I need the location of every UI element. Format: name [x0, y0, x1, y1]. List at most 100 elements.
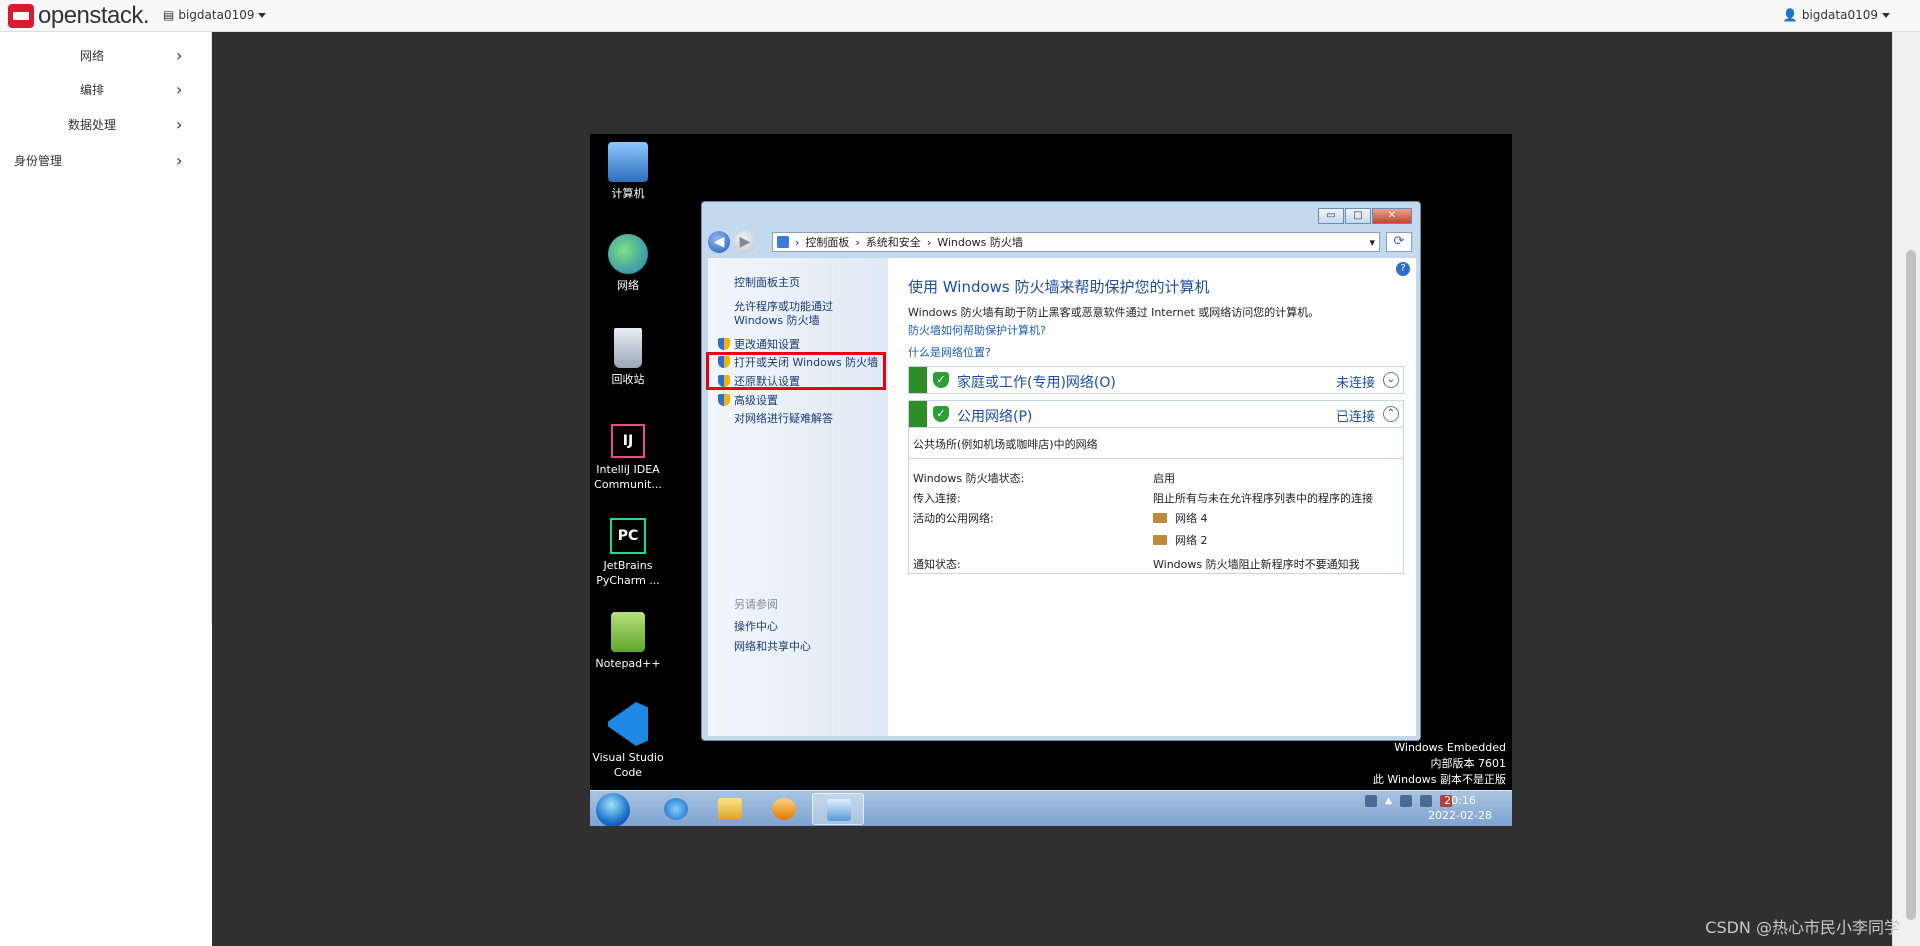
- state-value: 启用: [1153, 472, 1175, 485]
- close-button[interactable]: ✕: [1372, 208, 1412, 224]
- breadcrumb-item[interactable]: 系统和安全: [866, 234, 921, 250]
- incoming-label: 传入连接:: [913, 492, 961, 505]
- desktop-icon-label: IntelliJ IDEA Communit...: [594, 463, 662, 491]
- active-network-name: 网络 4: [1175, 512, 1208, 525]
- state-label: Windows 防火墙状态:: [913, 472, 1025, 485]
- link-control-panel-home[interactable]: 控制面板主页: [734, 274, 800, 290]
- firewall-window: ▭ □ ✕ ◀ ▶ › 控制面板 › 系统和安全 › Windows 防火墙 ▾…: [701, 201, 1421, 741]
- see-also-heading: 另请参阅: [734, 598, 778, 611]
- user-name: bigdata0109: [1801, 8, 1878, 22]
- link-action-center[interactable]: 操作中心: [734, 618, 778, 634]
- desktop-icon-intellij[interactable]: IJ IntelliJ IDEA Communit...: [590, 424, 666, 492]
- brand-text: openstack.: [38, 2, 150, 29]
- chevron-down-icon[interactable]: ▾: [1369, 236, 1375, 249]
- shield-check-icon: ✓: [933, 372, 949, 388]
- chevron-right-icon: ›: [176, 114, 183, 134]
- watermark-line: 内部版本 7601: [1430, 757, 1507, 770]
- breadcrumb-item[interactable]: Windows 防火墙: [937, 234, 1023, 250]
- desktop-icon-computer[interactable]: 计算机: [590, 142, 666, 201]
- show-hidden-icons-icon[interactable]: ▲: [1385, 796, 1392, 806]
- desktop-icon-label: 网络: [617, 279, 639, 292]
- notify-label: 通知状态:: [913, 558, 961, 571]
- bench-network-icon: [1153, 535, 1167, 545]
- link-allow-programs[interactable]: 允许程序或功能通过 Windows 防火墙: [734, 300, 884, 328]
- link-network-sharing-center[interactable]: 网络和共享中心: [734, 638, 811, 654]
- desktop-icon-pycharm[interactable]: PC JetBrains PyCharm ...: [590, 518, 666, 588]
- start-button[interactable]: [596, 793, 630, 826]
- clock-date: 2022-02-28: [1428, 809, 1492, 822]
- notify-value: Windows 防火墙阻止新程序时不要通知我: [1153, 558, 1360, 571]
- desktop-icon-label: Notepad++: [595, 657, 661, 670]
- main-pane: ? 使用 Windows 防火墙来帮助保护您的计算机 Windows 防火墙有助…: [888, 258, 1416, 736]
- collapse-button[interactable]: ⌃: [1383, 406, 1399, 422]
- sidebar-item-identity[interactable]: 身份管理 ›: [14, 145, 214, 175]
- breadcrumb[interactable]: › 控制面板 › 系统和安全 › Windows 防火墙 ▾: [772, 232, 1380, 252]
- help-icon[interactable]: ?: [1396, 262, 1410, 276]
- pycharm-icon: PC: [610, 518, 646, 554]
- desktop-icon-recycle-bin[interactable]: 回收站: [590, 328, 666, 387]
- openstack-logo[interactable]: openstack.: [8, 2, 150, 29]
- uac-shield-icon: [718, 338, 730, 350]
- caret-down-icon: [258, 12, 267, 18]
- link-advanced-settings[interactable]: 高级设置: [718, 392, 778, 408]
- link-label: 更改通知设置: [734, 338, 800, 351]
- network-status: 未连接: [1335, 376, 1375, 391]
- chevron-right-icon: ›: [176, 45, 183, 65]
- chevron-right-icon: ›: [176, 79, 183, 99]
- keyboard-icon[interactable]: [1365, 795, 1378, 807]
- desktop-icon-vscode[interactable]: Visual Studio Code: [590, 702, 666, 780]
- desktop-icon-label: Visual Studio Code: [592, 751, 664, 779]
- window-controls: ▭ □ ✕: [1318, 208, 1412, 224]
- media-player-icon: [772, 798, 796, 820]
- user-menu[interactable]: 👤 bigdata0109: [1783, 8, 1890, 22]
- desktop-icon-label: 计算机: [611, 187, 645, 200]
- network-name: 家庭或工作(专用)网络(O): [957, 375, 1116, 391]
- taskbar-control-panel-button[interactable]: [812, 793, 864, 825]
- shield-check-icon: ✓: [933, 406, 949, 422]
- link-how-firewall-helps[interactable]: 防火墙如何帮助保护计算机?: [908, 322, 1046, 338]
- recycle-bin-icon: [614, 328, 642, 368]
- network-status: 已连接: [1335, 410, 1375, 425]
- link-network-location[interactable]: 什么是网络位置?: [908, 344, 991, 360]
- refresh-button[interactable]: ⟳: [1386, 232, 1412, 252]
- taskbar-media-player-button[interactable]: [758, 793, 810, 825]
- taskbar-clock[interactable]: 20:16 2022-02-28: [1428, 793, 1492, 823]
- network-name: 公用网络(P): [957, 409, 1033, 425]
- expand-button[interactable]: ⌄: [1383, 372, 1399, 388]
- link-notify-settings[interactable]: 更改通知设置: [718, 336, 800, 352]
- desktop-icon-label: 回收站: [611, 373, 645, 386]
- breadcrumb-item[interactable]: 控制面板: [805, 234, 849, 250]
- vm-console-screen[interactable]: 计算机 网络 回收站 IJ IntelliJ IDEA Communit... …: [590, 134, 1512, 826]
- breadcrumb-sep-icon: ›: [795, 235, 800, 249]
- project-list-icon: ▤: [163, 8, 175, 22]
- taskbar-ie-button[interactable]: [650, 793, 702, 825]
- link-troubleshoot[interactable]: 对网络进行疑难解答: [734, 410, 833, 426]
- maximize-button[interactable]: □: [1345, 208, 1371, 224]
- sidebar-item-label: 网络: [80, 48, 105, 63]
- minimize-button[interactable]: ▭: [1318, 208, 1344, 224]
- desktop-icon-network[interactable]: 网络: [590, 234, 666, 293]
- sidebar-item-label: 身份管理: [14, 153, 63, 168]
- scrollbar-thumb[interactable]: [1906, 250, 1916, 920]
- divider: [909, 458, 1403, 459]
- uac-shield-icon: [718, 394, 730, 406]
- watermark-line: Windows Embedded: [1394, 741, 1506, 754]
- control-panel-icon: [777, 236, 789, 248]
- forward-button[interactable]: ▶: [734, 231, 756, 253]
- sidebar-item-label: 数据处理: [68, 117, 117, 132]
- desktop-icon-notepadpp[interactable]: Notepad++: [590, 612, 666, 671]
- page-description: Windows 防火墙有助于防止黑客或恶意软件通过 Internet 或网络访问…: [908, 306, 1320, 319]
- computer-icon: [608, 142, 648, 182]
- project-selector[interactable]: ▤ bigdata0109: [163, 8, 267, 22]
- public-network-description: 公共场所(例如机场或咖啡店)中的网络: [913, 438, 1098, 451]
- bench-network-icon: [1153, 513, 1167, 523]
- desktop-icon-label: JetBrains PyCharm ...: [596, 559, 660, 587]
- address-bar: ◀ ▶ › 控制面板 › 系统和安全 › Windows 防火墙 ▾ ⟳: [708, 230, 1414, 256]
- back-button[interactable]: ◀: [708, 231, 730, 253]
- public-network-details: 公共场所(例如机场或咖啡店)中的网络 Windows 防火墙状态: 启用 传入连…: [908, 428, 1404, 574]
- private-network-section[interactable]: ✓ 家庭或工作(专用)网络(O) 未连接 ⌄: [908, 366, 1404, 394]
- public-network-section[interactable]: ✓ 公用网络(P) 已连接 ⌃: [908, 400, 1404, 428]
- flag-icon[interactable]: [1400, 795, 1412, 807]
- taskbar-explorer-button[interactable]: [704, 793, 756, 825]
- highlight-annotation-box: [706, 352, 886, 390]
